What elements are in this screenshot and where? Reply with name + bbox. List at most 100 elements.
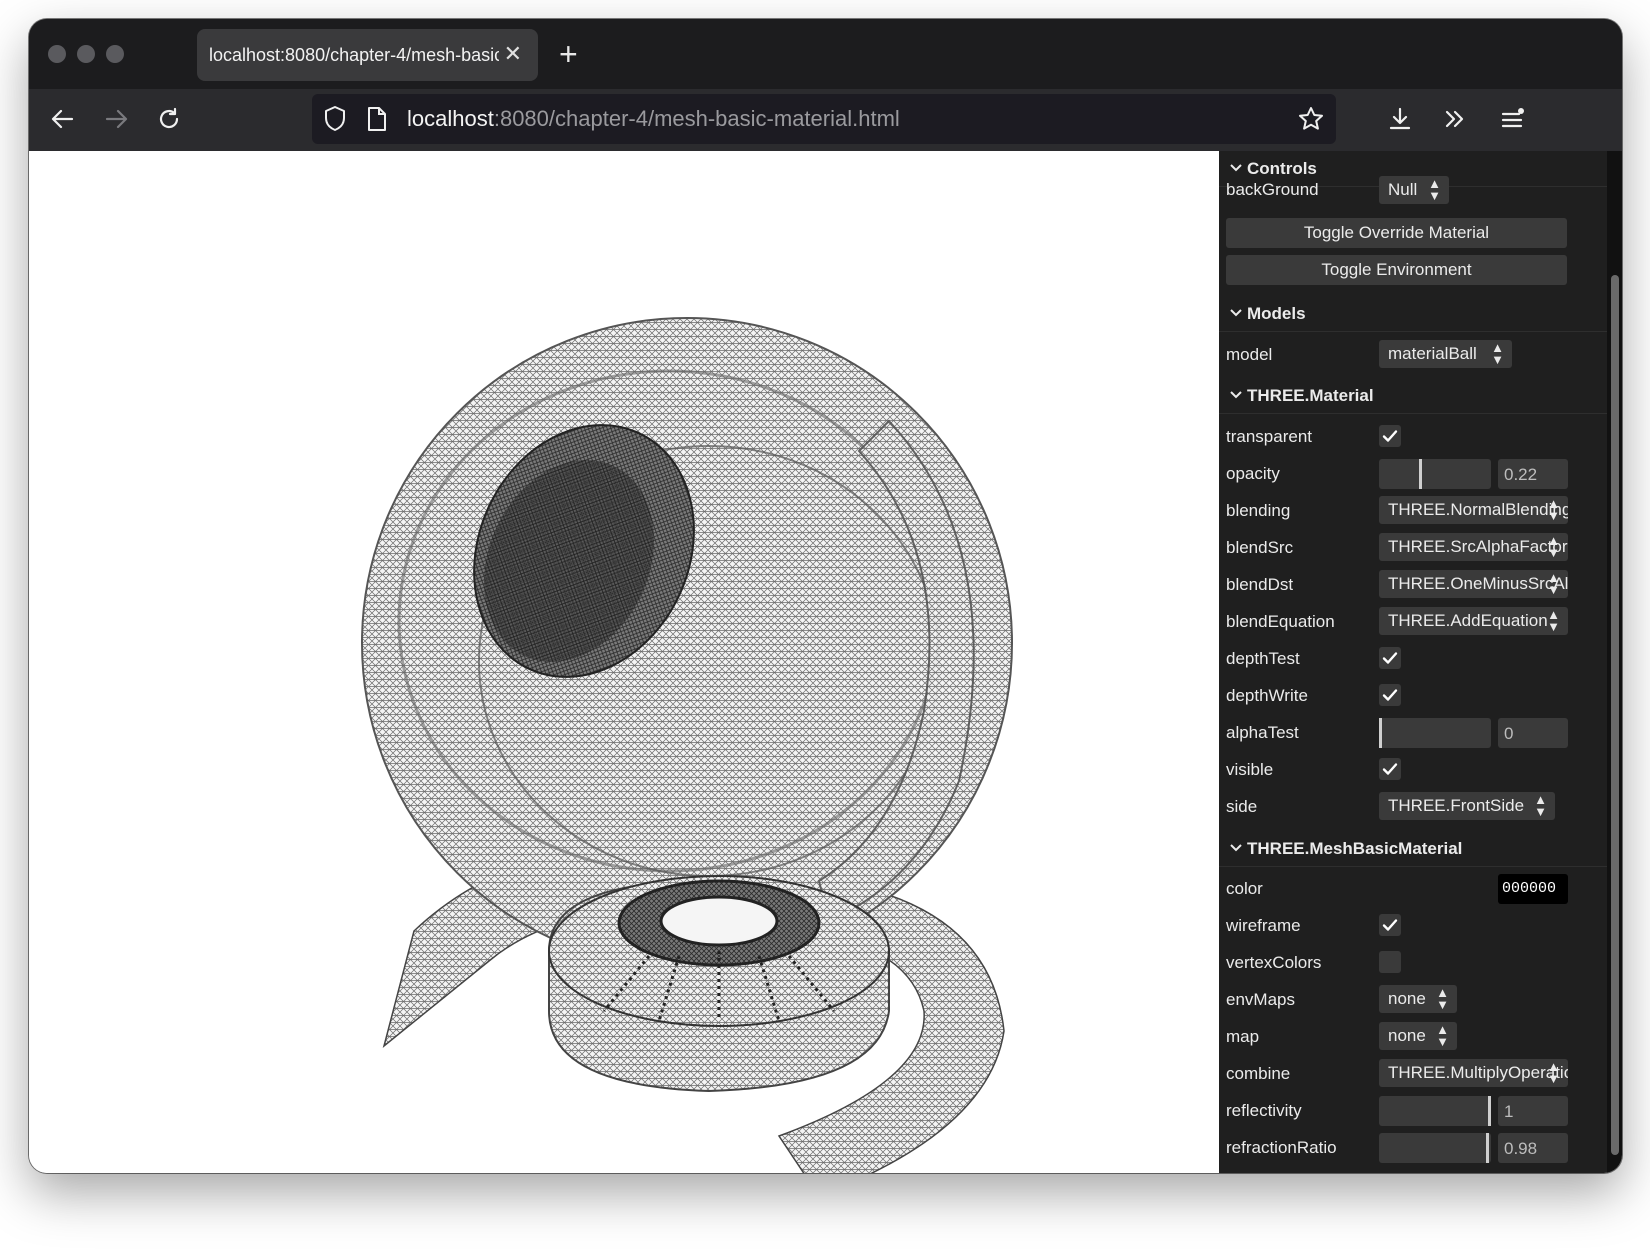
close-tab-icon[interactable]: ✕ <box>504 41 522 67</box>
model-select[interactable]: materialBall ▲ ▼ <box>1379 340 1512 368</box>
address-bar[interactable]: localhost:8080/chapter-4/mesh-basic-mate… <box>312 94 1336 144</box>
wireframe-checkbox[interactable] <box>1379 914 1401 936</box>
select-arrows-icon: ▲ ▼ <box>1436 1022 1449 1049</box>
url-host: localhost <box>407 106 494 131</box>
row-envmaps: envMaps none ▲ ▼ <box>1219 982 1607 1018</box>
row-model: model materialBall ▲ ▼ <box>1219 337 1607 373</box>
dat-gui-panel: Controls backGround Null ▲ ▼ Toggle Overri… <box>1219 151 1607 1173</box>
shield-icon[interactable] <box>322 105 348 138</box>
blendequation-select[interactable]: THREE.AddEquation ▲ ▼ <box>1379 607 1568 635</box>
row-label: alphaTest <box>1226 723 1299 742</box>
double-chevron-right-icon <box>1445 110 1464 128</box>
side-select[interactable]: THREE.FrontSide ▲ ▼ <box>1379 792 1555 820</box>
folder-three-material[interactable]: THREE.Material <box>1219 378 1607 414</box>
row-depthwrite: depthWrite <box>1219 678 1607 714</box>
row-transparent: transparent <box>1219 419 1607 455</box>
select-value: THREE.AddEquation <box>1388 611 1548 630</box>
select-value: THREE.OneMinusSrcAlphaFactor <box>1388 574 1568 593</box>
opacity-slider[interactable] <box>1379 459 1491 489</box>
chevron-down-icon <box>1230 164 1242 172</box>
row-blendsrc: blendSrc THREE.SrcAlphaFactor ▲ ▼ <box>1219 530 1607 566</box>
depthtest-checkbox[interactable] <box>1379 647 1401 669</box>
select-arrows-icon: ▲ ▼ <box>1534 792 1547 819</box>
folder-mesh-basic-material[interactable]: THREE.MeshBasicMaterial <box>1219 831 1607 867</box>
alphatest-input[interactable]: 0 <box>1498 718 1568 748</box>
row-opacity: opacity 0.22 <box>1219 456 1607 492</box>
close-window-button[interactable] <box>48 45 66 63</box>
background-select[interactable]: Null ▲ ▼ <box>1379 176 1449 204</box>
folder-title: THREE.MeshBasicMaterial <box>1247 838 1463 858</box>
menu-button[interactable] <box>1496 103 1528 135</box>
reflectivity-input[interactable]: 1 <box>1498 1096 1568 1126</box>
back-button[interactable] <box>47 103 79 135</box>
toggle-environment-button[interactable]: Toggle Environment <box>1226 255 1567 285</box>
color-input[interactable]: 000000 <box>1498 874 1568 904</box>
url-path: :8080/chapter-4/mesh-basic-material.html <box>493 106 900 131</box>
row-blending: blending THREE.NormalBlending ▲ ▼ <box>1219 493 1607 529</box>
visible-checkbox[interactable] <box>1379 758 1401 780</box>
chevron-down-icon <box>1230 391 1242 399</box>
select-value: materialBall <box>1388 344 1477 363</box>
minimize-window-button[interactable] <box>77 45 95 63</box>
row-label: transparent <box>1226 427 1312 446</box>
map-select[interactable]: none ▲ ▼ <box>1379 1022 1457 1050</box>
blendsrc-select[interactable]: THREE.SrcAlphaFactor ▲ ▼ <box>1379 533 1568 561</box>
row-side: side THREE.FrontSide ▲ ▼ <box>1219 789 1607 825</box>
reload-button[interactable] <box>153 103 185 135</box>
refractionratio-input[interactable]: 0.98 <box>1498 1133 1568 1163</box>
row-label: model <box>1226 345 1273 364</box>
folder-models[interactable]: Models <box>1219 296 1607 332</box>
blenddst-select[interactable]: THREE.OneMinusSrcAlphaFactor▲▼ <box>1379 570 1568 598</box>
row-label: depthWrite <box>1226 686 1308 705</box>
depthwrite-checkbox[interactable] <box>1379 684 1401 706</box>
folder-title: THREE.Material <box>1247 385 1374 405</box>
opacity-input[interactable]: 0.22 <box>1498 459 1568 489</box>
reflectivity-slider[interactable] <box>1379 1096 1491 1126</box>
alphatest-slider[interactable] <box>1379 718 1491 748</box>
select-value: THREE.MultiplyOperation <box>1388 1063 1568 1082</box>
checkmark-icon <box>1382 919 1398 931</box>
scrollbar-thumb[interactable] <box>1611 275 1619 1155</box>
row-label: map <box>1226 1027 1260 1046</box>
downloads-button[interactable] <box>1384 103 1416 135</box>
slider-knob[interactable] <box>1486 1133 1489 1163</box>
slider-knob[interactable] <box>1379 718 1382 748</box>
row-label: blending <box>1226 501 1291 520</box>
slider-knob[interactable] <box>1488 1096 1491 1126</box>
new-tab-button[interactable]: + <box>559 37 578 71</box>
gui-scrollbar[interactable] <box>1607 151 1622 1173</box>
combine-select[interactable]: THREE.MultiplyOperation ▲ ▼ <box>1379 1059 1568 1087</box>
url-text[interactable]: localhost:8080/chapter-4/mesh-basic-mate… <box>407 106 900 132</box>
refractionratio-slider[interactable] <box>1379 1133 1491 1163</box>
row-background: backGround Null ▲ ▼ <box>1219 176 1607 215</box>
row-label: vertexColors <box>1226 953 1322 972</box>
blending-select[interactable]: THREE.NormalBlending ▲ ▼ <box>1379 496 1568 524</box>
folder-title: Models <box>1247 303 1306 323</box>
toggle-override-material-button[interactable]: Toggle Override Material <box>1226 218 1567 248</box>
forward-button[interactable] <box>100 103 132 135</box>
row-label: color <box>1226 879 1263 898</box>
chevron-down-icon <box>1230 844 1242 852</box>
hamburger-menu-icon <box>1501 108 1524 128</box>
transparent-checkbox[interactable] <box>1379 425 1401 447</box>
row-label: opacity <box>1226 464 1280 483</box>
row-visible: visible <box>1219 752 1607 788</box>
bookmark-star-icon[interactable] <box>1297 105 1325 138</box>
three-js-canvas[interactable] <box>29 151 1219 1173</box>
zoom-window-button[interactable] <box>106 45 124 63</box>
envmaps-select[interactable]: none ▲ ▼ <box>1379 985 1457 1013</box>
browser-tab[interactable]: localhost:8080/chapter-4/mesh-basic-mate… <box>197 29 538 81</box>
slider-knob[interactable] <box>1419 459 1422 489</box>
row-depthtest: depthTest <box>1219 641 1607 677</box>
overflow-button[interactable] <box>1439 103 1471 135</box>
checkmark-icon <box>1382 763 1398 775</box>
row-label: refractionRatio <box>1226 1138 1337 1157</box>
page-info-icon[interactable] <box>366 106 388 137</box>
row-map: map none ▲ ▼ <box>1219 1019 1607 1055</box>
title-bar: localhost:8080/chapter-4/mesh-basic-mate… <box>29 19 1622 89</box>
vertexcolors-checkbox[interactable] <box>1379 951 1401 973</box>
row-alphatest: alphaTest 0 <box>1219 715 1607 751</box>
checkmark-icon <box>1382 430 1398 442</box>
row-label: side <box>1226 797 1258 816</box>
select-value: none <box>1388 1026 1426 1045</box>
